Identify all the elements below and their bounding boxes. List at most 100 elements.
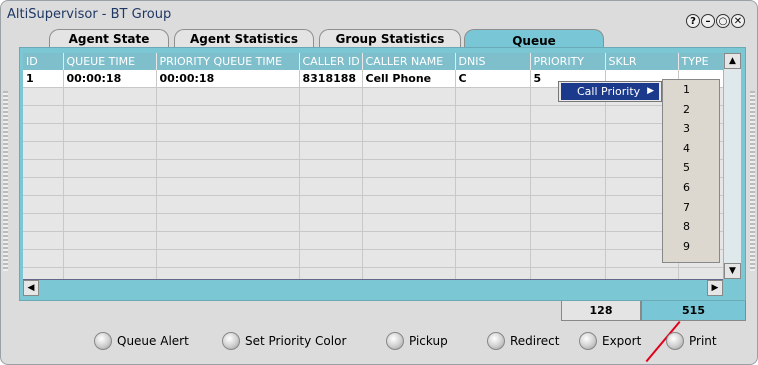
table-cell	[299, 123, 363, 142]
table-cell	[455, 267, 531, 279]
scroll-right-arrow-icon[interactable]: ▶	[707, 280, 723, 296]
queue-alert-button[interactable]: Queue Alert	[94, 331, 189, 351]
col-header-caller-id[interactable]: CALLER ID	[299, 53, 363, 70]
table-cell	[530, 177, 606, 196]
scroll-up-arrow-icon[interactable]: ▲	[724, 53, 741, 69]
redirect-radio-icon	[487, 332, 505, 350]
table-cell	[63, 123, 157, 142]
col-header-priority-queue-time[interactable]: PRIORITY QUEUE TIME	[156, 53, 300, 70]
table-cell	[455, 195, 531, 214]
col-header-sklr[interactable]: SKLR	[605, 53, 679, 70]
table-cell	[530, 213, 606, 232]
table-cell	[156, 159, 300, 178]
scroll-down-arrow-icon[interactable]: ▼	[724, 263, 741, 279]
col-header-type[interactable]: TYPE	[678, 53, 723, 70]
tab-agent-statistics[interactable]: Agent Statistics	[174, 29, 314, 48]
table-cell	[299, 105, 363, 124]
bottom-tab-128[interactable]: 128	[561, 301, 641, 321]
close-button[interactable]: ✕	[731, 14, 745, 28]
table-cell	[299, 195, 363, 214]
priority-option-7[interactable]: 7	[663, 198, 719, 218]
tab-bar: Agent State Agent Statistics Group Stati…	[19, 29, 619, 50]
table-cell	[455, 159, 531, 178]
table-cell	[63, 249, 157, 268]
left-resize-handle[interactable]	[3, 91, 8, 271]
col-header-priority[interactable]: PRIORITY	[530, 53, 606, 70]
table-cell	[156, 267, 300, 279]
set-priority-color-label: Set Priority Color	[245, 334, 347, 348]
table-cell	[63, 231, 157, 250]
priority-option-3[interactable]: 3	[663, 119, 719, 139]
table-row[interactable]	[23, 105, 723, 124]
table-cell	[156, 231, 300, 250]
table-cell	[362, 105, 456, 124]
set-priority-color-button[interactable]: Set Priority Color	[222, 331, 346, 351]
table-cell	[299, 231, 363, 250]
horizontal-scrollbar[interactable]: ◀ ▶	[23, 279, 723, 296]
minimize-button[interactable]: –	[701, 14, 715, 28]
table-cell	[605, 267, 679, 279]
vertical-scrollbar[interactable]: ▲ ▼	[723, 53, 741, 279]
table-cell	[455, 105, 531, 124]
priority-option-1[interactable]: 1	[663, 80, 719, 100]
table-cell	[23, 195, 64, 214]
table-cell	[530, 123, 606, 142]
priority-option-6[interactable]: 6	[663, 178, 719, 198]
priority-option-9[interactable]: 9	[663, 237, 719, 257]
table-cell	[362, 123, 456, 142]
table-cell	[455, 87, 531, 106]
table-cell	[63, 195, 157, 214]
table-row[interactable]	[23, 231, 723, 250]
print-radio-icon	[666, 332, 684, 350]
col-header-dnis[interactable]: DNIS	[455, 53, 531, 70]
table-cell	[23, 87, 64, 106]
export-button[interactable]: Export	[579, 331, 641, 351]
tab-group-statistics[interactable]: Group Statistics	[319, 29, 461, 48]
table-cell	[23, 105, 64, 124]
restore-button[interactable]: ○	[716, 14, 730, 28]
table-row[interactable]	[23, 267, 723, 279]
table-row[interactable]	[23, 159, 723, 178]
redirect-label: Redirect	[510, 334, 560, 348]
table-row[interactable]	[23, 123, 723, 142]
scroll-left-arrow-icon[interactable]: ◀	[23, 280, 39, 296]
print-button[interactable]: Print	[666, 331, 717, 351]
col-header-caller-name[interactable]: CALLER NAME	[362, 53, 456, 70]
priority-option-8[interactable]: 8	[663, 217, 719, 237]
cell-dnis: C	[455, 70, 531, 88]
priority-option-4[interactable]: 4	[663, 139, 719, 159]
export-label: Export	[602, 334, 642, 348]
col-header-id[interactable]: ID	[23, 53, 64, 70]
redirect-button[interactable]: Redirect	[487, 331, 560, 351]
table-cell	[63, 141, 157, 160]
table-cell	[156, 213, 300, 232]
table-cell	[455, 123, 531, 142]
pickup-button[interactable]: Pickup	[386, 331, 448, 351]
cell-id: 1	[23, 70, 64, 88]
table-row[interactable]	[23, 177, 723, 196]
table-row[interactable]	[23, 249, 723, 268]
menu-item-label: Call Priority	[577, 85, 641, 98]
table-row[interactable]	[23, 213, 723, 232]
table-row[interactable]	[23, 195, 723, 214]
table-cell	[299, 213, 363, 232]
priority-option-2[interactable]: 2	[663, 100, 719, 120]
menu-item-call-priority[interactable]: Call Priority ▶	[561, 83, 659, 100]
table-row[interactable]	[23, 141, 723, 160]
tab-agent-state[interactable]: Agent State	[49, 29, 169, 48]
priority-option-5[interactable]: 5	[663, 158, 719, 178]
table-cell	[530, 267, 606, 279]
table-cell	[530, 195, 606, 214]
col-header-queue-time[interactable]: QUEUE TIME	[63, 53, 157, 70]
table-cell	[299, 249, 363, 268]
print-label: Print	[689, 334, 717, 348]
bottom-tab-515[interactable]: 515 Q	[641, 301, 746, 321]
table-cell	[455, 177, 531, 196]
queue-alert-radio-icon	[94, 332, 112, 350]
table-cell	[63, 105, 157, 124]
table-cell	[63, 159, 157, 178]
right-resize-handle[interactable]	[750, 91, 755, 271]
table-cell	[530, 105, 606, 124]
window-title: AltiSupervisor - BT Group	[7, 7, 172, 22]
help-button[interactable]: ?	[686, 14, 700, 28]
